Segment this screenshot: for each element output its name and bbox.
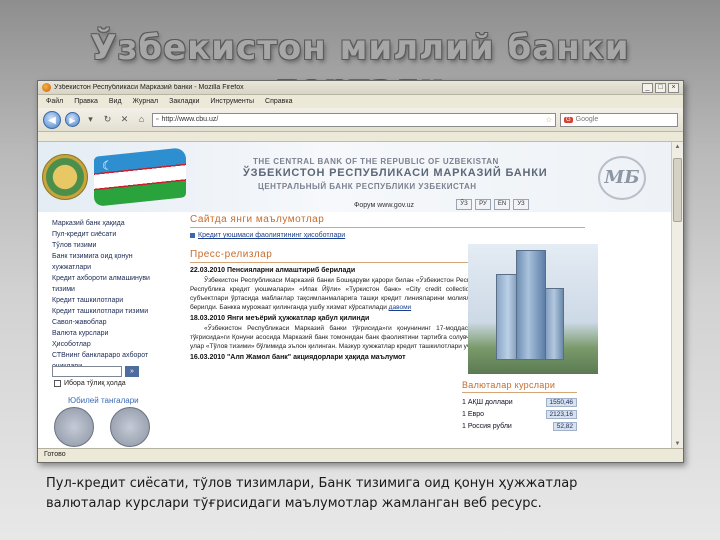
browser-screenshot: Ўзбекистон Республикаси Марказий банки -… [37, 80, 684, 463]
caption-line: валюталар курслари тўғрисидаги маълумотл… [46, 496, 542, 511]
rate-label: 1 Россия рубли [462, 422, 512, 430]
exact-phrase-label: Ибора тўлиқ ҳолда [64, 380, 126, 387]
read-more-link[interactable]: давоми [389, 304, 412, 311]
vertical-scrollbar[interactable]: ▲ ▼ [671, 142, 683, 450]
bank-logo[interactable]: МБ [598, 156, 646, 200]
search-box[interactable]: G Google [560, 112, 678, 127]
coin-icon[interactable] [54, 407, 94, 447]
menu-tools[interactable]: Инструменты [210, 98, 254, 105]
site-sidebar: Марказий банк ҳақида Пул-кредит сиёсати … [38, 214, 188, 450]
menu-bar: Файл Правка Вид Журнал Закладки Инструме… [38, 95, 683, 108]
sidebar-item[interactable]: Валюта курслари [52, 328, 188, 339]
bank-building-image [468, 244, 598, 374]
page-content: ☾ THE CENTRAL BANK OF THE REPUBLIC OF UZ… [38, 142, 673, 450]
search-engine-icon[interactable]: G [564, 116, 573, 123]
national-flag-icon: ☾ [94, 147, 186, 207]
coin-icon[interactable] [110, 407, 150, 447]
close-button[interactable]: × [668, 82, 679, 93]
exact-phrase-checkbox[interactable] [54, 380, 61, 387]
language-uz-latin-button[interactable]: УЗ [513, 199, 529, 210]
sidebar-item[interactable]: Кредит ташкилотлари тизими [52, 306, 188, 317]
bookmark-star-icon[interactable]: ☆ [546, 116, 552, 124]
sidebar-item[interactable]: Кредит ахбороти алмашинуви [52, 273, 188, 284]
menu-help[interactable]: Справка [265, 98, 292, 105]
stop-icon[interactable]: ✕ [118, 113, 131, 126]
language-en-button[interactable]: EN [494, 199, 510, 210]
history-dropdown-icon[interactable]: ▾ [84, 113, 97, 126]
slide-caption: Пул-кредит сиёсати, тўлов тизимлари, Бан… [46, 474, 686, 514]
maximize-button[interactable]: □ [655, 82, 666, 93]
language-switcher: ЎЗ РУ EN УЗ [456, 199, 529, 210]
rate-row: 1 АҚШ доллари 1550,46 [462, 397, 577, 407]
exact-phrase-option: Ибора тўлиқ ҳолда [54, 380, 126, 387]
site-search-input[interactable] [52, 366, 122, 377]
language-uz-button[interactable]: ЎЗ [456, 199, 472, 210]
rate-row: 1 Евро 2123,16 [462, 409, 577, 419]
navigation-toolbar: ◀ ▶ ▾ ↻ ✕ ⌂ ▫ http://www.cbu.uz/ ☆ G Goo… [38, 108, 683, 132]
rate-label: 1 АҚШ доллари [462, 398, 513, 406]
site-header: ☾ THE CENTRAL BANK OF THE REPUBLIC OF UZ… [38, 142, 673, 212]
address-bar[interactable]: ▫ http://www.cbu.uz/ ☆ [152, 112, 556, 127]
scrollbar-thumb[interactable] [673, 158, 682, 222]
rates-title: Валюталар курслари [462, 380, 556, 390]
firefox-icon [42, 83, 51, 92]
menu-history[interactable]: Журнал [133, 98, 159, 105]
site-favicon-icon: ▫ [156, 116, 159, 123]
minimize-button[interactable]: _ [642, 82, 653, 93]
tab-strip [38, 132, 683, 142]
home-icon[interactable]: ⌂ [135, 113, 148, 126]
language-ru-button[interactable]: РУ [475, 199, 491, 210]
bank-name-uz: ЎЗБЕКИСТОН РЕСПУБЛИКАСИ МАРКАЗИЙ БАНКИ [243, 167, 548, 179]
window-title: Ўзбекистон Республикаси Марказий банки -… [54, 84, 244, 91]
rate-value: 1550,46 [545, 397, 577, 407]
menu-view[interactable]: Вид [109, 98, 122, 105]
url-text: http://www.cbu.uz/ [161, 116, 219, 123]
rate-value: 52,82 [552, 421, 577, 431]
sidebar-item[interactable]: Пул-кредит сиёсати [52, 229, 188, 240]
sidebar-item[interactable]: Банк тизимига оид қонун [52, 251, 188, 262]
menu-file[interactable]: Файл [46, 98, 63, 105]
caption-line: Пул-кредит сиёсати, тўлов тизимлари, Бан… [46, 476, 578, 491]
back-button[interactable]: ◀ [43, 110, 61, 129]
sidebar-item[interactable]: Ҳисоботлар [52, 339, 188, 350]
site-search: » [52, 366, 139, 377]
sidebar-item[interactable]: Кредит ташкилотлари [52, 295, 188, 306]
sidebar-item[interactable]: Марказий банк ҳақида [52, 218, 188, 229]
sidebar-menu: Марказий банк ҳақида Пул-кредит сиёсати … [52, 218, 188, 372]
scroll-up-icon[interactable]: ▲ [672, 142, 683, 153]
reload-icon[interactable]: ↻ [101, 113, 114, 126]
forum-link[interactable]: Форум www.gov.uz [354, 202, 414, 209]
coins-link[interactable]: Юбилей тангалари [68, 396, 139, 405]
bank-name-ru: ЦЕНТРАЛЬНЫЙ БАНК РЕСПУБЛИКИ УЗБЕКИСТАН [258, 182, 477, 191]
sidebar-item[interactable]: тизими [52, 284, 188, 295]
sidebar-item[interactable]: Савол-жавоблар [52, 317, 188, 328]
sidebar-item[interactable]: СТВнинг банклараро ахборот [52, 350, 188, 361]
forward-button[interactable]: ▶ [65, 112, 80, 127]
announcement-link-text: Кредит уюшмаси фаолиятининг ҳисоботлари [198, 232, 346, 239]
state-emblem-icon [42, 154, 88, 200]
site-search-button[interactable]: » [125, 366, 139, 377]
rate-label: 1 Евро [462, 410, 485, 418]
window-controls: _ □ × [642, 82, 679, 93]
menu-edit[interactable]: Правка [74, 98, 98, 105]
sidebar-item[interactable]: хужжатлари [52, 262, 188, 273]
rate-value: 2123,16 [545, 409, 577, 419]
bank-name-en: THE CENTRAL BANK OF THE REPUBLIC OF UZBE… [253, 157, 499, 166]
menu-bookmarks[interactable]: Закладки [169, 98, 199, 105]
sidebar-item[interactable]: Тўлов тизими [52, 240, 188, 251]
rate-row: 1 Россия рубли 52,82 [462, 421, 577, 431]
window-titlebar: Ўзбекистон Республикаси Марказий банки -… [38, 81, 683, 95]
search-placeholder: Google [575, 116, 599, 123]
status-bar: Готово [38, 448, 683, 462]
section-divider [462, 392, 577, 393]
bullet-icon [190, 233, 195, 238]
right-column: Валюталар курслари 1 АҚШ доллари 1550,46… [458, 214, 658, 450]
